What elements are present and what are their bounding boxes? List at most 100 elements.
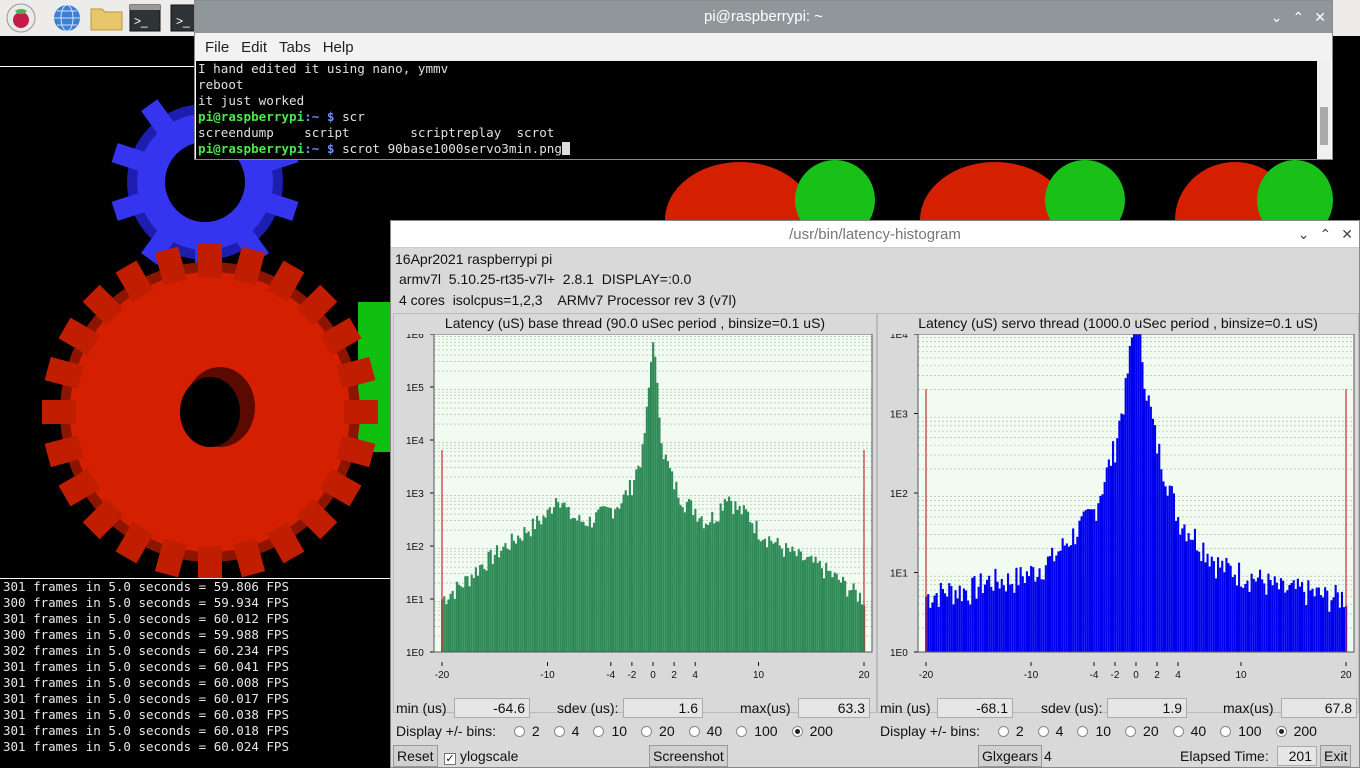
histogram-bar — [692, 515, 695, 652]
histogram-bar — [992, 590, 995, 652]
fps-line: 301 frames in 5.0 seconds = 59.806 FPS — [3, 579, 289, 594]
histogram-bar — [1002, 585, 1005, 652]
latency-histogram-window[interactable]: /usr/bin/latency-histogram ⌄ ⌃ ✕ 16Apr20… — [390, 220, 1360, 768]
menu-edit[interactable]: Edit — [235, 39, 273, 56]
histogram-bar — [1324, 587, 1327, 652]
radio-icon[interactable] — [1077, 726, 1089, 737]
bins-radio-2[interactable]: 2 — [513, 723, 540, 739]
maximize-icon[interactable]: ⌃ — [1320, 226, 1332, 243]
bins-radio-200[interactable]: 200 — [791, 723, 833, 739]
command-text: scrot 90base1000servo3min.png — [334, 141, 562, 156]
histogram-bar — [1101, 494, 1104, 652]
fps-line: 301 frames in 5.0 seconds = 60.008 FPS — [3, 675, 289, 690]
bins-radio-4[interactable]: 4 — [1037, 723, 1063, 739]
bins-radio-2[interactable]: 2 — [997, 723, 1024, 739]
radio-icon[interactable] — [1275, 726, 1287, 737]
reset-button[interactable]: Reset — [393, 745, 438, 767]
x-tick-label: 4 — [692, 670, 698, 681]
bins-radio-100[interactable]: 100 — [1220, 723, 1262, 739]
bins-radio-200[interactable]: 200 — [1275, 723, 1317, 739]
histogram-bar — [1055, 555, 1058, 652]
histogram-bar — [563, 502, 566, 652]
menu-help[interactable]: Help — [317, 39, 360, 56]
histogram-bar — [1212, 561, 1215, 652]
radio-icon[interactable] — [736, 726, 748, 737]
bins-value: 20 — [1143, 723, 1159, 739]
bins-radio-20[interactable]: 20 — [641, 723, 675, 739]
bins-radio-100[interactable]: 100 — [736, 723, 778, 739]
bins-radio-10[interactable]: 10 — [593, 723, 627, 739]
radio-icon[interactable] — [1220, 726, 1232, 737]
histogram-bar — [635, 469, 638, 652]
base-histogram-chart: 1E01E11E21E31E41E51E6-20 -10 -4 -2 0 2 4 10 20 — [406, 334, 873, 681]
checkbox-checked-icon[interactable]: ✓ — [444, 753, 456, 765]
radio-icon[interactable] — [1125, 726, 1137, 737]
histogram-bar — [780, 548, 783, 652]
info-date-host: 16Apr2021 raspberrypi pi — [395, 251, 553, 267]
histogram-bar — [584, 525, 587, 652]
histogram-bar — [696, 521, 699, 652]
servo-plot-title: Latency (uS) servo thread (1000.0 uSec p… — [918, 315, 1318, 331]
close-icon[interactable]: ✕ — [1314, 9, 1326, 26]
base-min-label: min (us) — [396, 700, 447, 716]
bins-radio-10[interactable]: 10 — [1077, 723, 1111, 739]
histogram-bar — [529, 536, 532, 652]
minimize-icon[interactable]: ⌄ — [1298, 226, 1310, 243]
histogram-bar — [1145, 400, 1148, 652]
histogram-bar — [1070, 545, 1073, 652]
file-manager-icon[interactable] — [90, 3, 123, 33]
terminal-scrollbar[interactable] — [1317, 61, 1331, 159]
maximize-icon[interactable]: ⌃ — [1293, 9, 1305, 26]
glxgears-button[interactable]: Glxgears — [978, 745, 1043, 767]
radio-icon[interactable] — [593, 726, 605, 737]
radio-icon[interactable] — [553, 726, 565, 737]
histogram-bar — [1135, 334, 1138, 652]
fps-line: 301 frames in 5.0 seconds = 60.024 FPS — [3, 739, 289, 754]
fps-line: 301 frames in 5.0 seconds = 60.038 FPS — [3, 707, 289, 722]
menu-tabs[interactable]: Tabs — [273, 39, 317, 56]
bins-value: 40 — [1190, 723, 1207, 739]
radio-icon[interactable] — [688, 726, 700, 737]
histogram-bar — [927, 594, 930, 652]
radio-icon[interactable] — [997, 726, 1009, 737]
histogram-bar — [517, 535, 520, 652]
histogram-bar — [1072, 528, 1075, 652]
minimize-icon[interactable]: ⌄ — [1271, 9, 1283, 26]
y-tick-label: 1E6 — [406, 334, 424, 341]
screenshot-button[interactable]: Screenshot — [649, 745, 728, 767]
x-tick-label: -20 — [435, 670, 450, 681]
histogram-bar — [1013, 592, 1016, 652]
radio-icon[interactable] — [1037, 726, 1049, 737]
radio-icon[interactable] — [641, 726, 653, 737]
histogram-bar — [540, 524, 543, 652]
histogram-bar — [738, 505, 741, 652]
histogram-bar — [804, 559, 807, 652]
histogram-bar — [599, 506, 602, 652]
base-max-label: max(us) — [740, 700, 791, 716]
histogram-bar — [1292, 580, 1295, 652]
terminal-launcher-icon[interactable]: >_ — [129, 3, 161, 33]
bins-value: 200 — [1293, 723, 1317, 739]
histogram-bar — [706, 524, 710, 652]
radio-icon[interactable] — [791, 726, 803, 737]
ylogscale-checkbox[interactable]: ✓ ylogscale — [444, 748, 518, 765]
x-tick-label: -20 — [919, 670, 934, 681]
close-icon[interactable]: ✕ — [1341, 226, 1353, 243]
bins-radio-40[interactable]: 40 — [1172, 723, 1207, 739]
histogram-bar — [1254, 581, 1257, 652]
radio-icon[interactable] — [513, 726, 525, 737]
radio-icon[interactable] — [1172, 726, 1184, 737]
bins-radio-40[interactable]: 40 — [688, 723, 722, 739]
terminal-window[interactable]: pi@raspberrypi: ~ ⌄ ⌃ ✕ File Edit Tabs H… — [194, 0, 1333, 160]
raspberry-menu-icon[interactable] — [6, 3, 36, 33]
histogram-bar — [787, 547, 790, 652]
fps-line: 301 frames in 5.0 seconds = 60.012 FPS — [3, 611, 289, 626]
histogram-bar — [593, 522, 596, 652]
browser-globe-icon[interactable] — [52, 3, 82, 33]
bins-radio-4[interactable]: 4 — [553, 723, 579, 739]
bins-radio-20[interactable]: 20 — [1125, 723, 1159, 739]
terminal-output[interactable]: I hand edited it using nano, ymmv reboot i… — [196, 61, 1318, 159]
menu-file[interactable]: File — [199, 39, 235, 56]
histogram-bar — [831, 577, 834, 652]
exit-button[interactable]: Exit — [1320, 745, 1352, 767]
